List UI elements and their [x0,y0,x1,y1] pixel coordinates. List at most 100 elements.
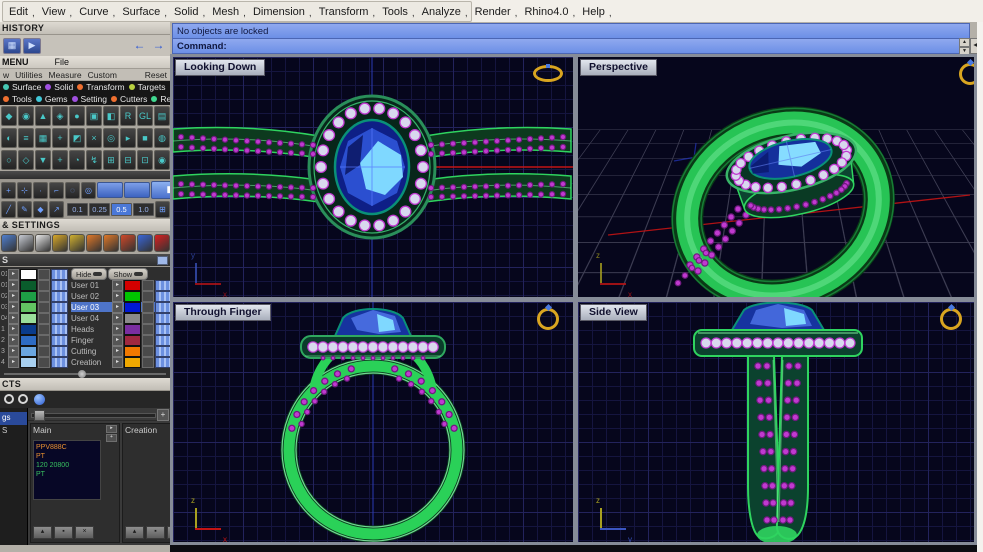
lock-icon[interactable] [142,302,154,313]
menu-item-solid[interactable]: Solid [174,6,198,18]
lock-icon[interactable] [38,357,50,368]
settings-tool-icon[interactable] [103,234,119,252]
color-swatch[interactable] [20,291,37,302]
lock-icon[interactable] [38,313,50,324]
tool-icon[interactable]: ◔ [69,150,85,170]
tool-icon[interactable]: ✎ [17,201,32,218]
layer-visibility-button[interactable] [51,346,68,357]
color-swatch[interactable] [20,313,37,324]
object-list-item[interactable]: gs [0,412,27,425]
expand-icon[interactable]: ▸ [112,346,123,357]
select-all-icon[interactable] [34,394,45,405]
layer-row[interactable]: 3▸ [1,346,68,356]
viewport-title-tab[interactable]: Side View [580,304,647,321]
tool-icon[interactable]: ○ [1,150,17,170]
layer-visibility-button[interactable] [51,302,68,313]
tool-icon[interactable]: ◧ [103,106,119,126]
ring-front-icon[interactable] [537,308,559,330]
tool-icon[interactable]: ▸ [120,128,136,148]
settings-tool-icon[interactable] [1,234,17,252]
snap-toggle-button[interactable] [97,182,123,198]
hide-button[interactable]: Hide [71,268,107,280]
tool-icon[interactable]: GL [137,106,153,126]
menu-item-surface[interactable]: Surface [122,6,160,18]
expand-icon[interactable]: ▸ [8,324,19,335]
command-prompt[interactable]: Command: [172,38,970,54]
delete-button[interactable]: × [75,526,94,539]
expand-icon[interactable]: ▸ [8,291,19,302]
category-tab-surface[interactable]: Surface [12,82,41,92]
expand-icon[interactable]: ▸ [112,357,123,368]
tool-icon[interactable]: ◎ [81,182,96,199]
column-expand-icon[interactable]: ▸ [106,425,117,433]
color-swatch[interactable] [124,313,141,324]
lock-icon[interactable] [142,313,154,324]
tool-icon[interactable]: ▤ [154,106,170,126]
layer-visibility-button[interactable] [51,291,68,302]
history-tool-icon[interactable]: ▦ [3,38,21,54]
panel-tab-custom[interactable]: Custom [88,70,117,80]
lock-icon[interactable] [142,357,154,368]
layer-row[interactable]: 1▸ [1,324,68,334]
settings-tool-icon[interactable] [18,234,34,252]
category-tab-tools[interactable]: Tools [12,94,32,104]
layer-row[interactable]: 02▸ [1,291,68,301]
category-tab-setting[interactable]: Setting [81,94,107,104]
tool-icon[interactable]: ⊞ [103,150,119,170]
color-swatch[interactable] [20,335,37,346]
layer-row-user03[interactable]: User 03▸ [71,302,172,312]
tool-icon[interactable]: × [86,128,102,148]
save-button[interactable]: ▪ [146,526,165,539]
color-swatch[interactable] [20,280,37,291]
lock-icon[interactable] [142,324,154,335]
tool-icon[interactable]: ◌ [65,182,80,199]
settings-tool-icon[interactable] [86,234,102,252]
menu-item-render[interactable]: Render [475,6,511,18]
layer-row-finger[interactable]: Finger▸ [71,335,172,345]
save-button[interactable]: ▪ [54,526,73,539]
color-swatch[interactable] [124,291,141,302]
open-folder-icon[interactable]: ▶ [23,38,41,54]
layers-scrollbar[interactable] [0,369,170,378]
layer-row-cutting[interactable]: Cutting▸ [71,346,172,356]
tool-icon[interactable]: ▦ [35,128,51,148]
tool-icon[interactable]: ◈ [52,106,68,126]
tool-icon[interactable]: ◍ [154,128,170,148]
layer-row[interactable]: 4▸ [1,357,68,367]
menu-item-edit[interactable]: Edit [9,6,28,18]
layer-row[interactable]: 01▸ [1,280,68,290]
lock-icon[interactable] [142,335,154,346]
expand-icon[interactable]: ▸ [8,269,19,280]
layer-visibility-button[interactable] [51,280,68,291]
slider-thumb[interactable] [34,410,45,421]
tool-icon[interactable]: ◎ [103,128,119,148]
panel-tab-measure[interactable]: Measure [49,70,82,80]
settings-tool-icon[interactable] [154,234,170,252]
ring-top-icon[interactable] [533,65,563,82]
tool-icon[interactable]: ◩ [69,128,85,148]
settings-tool-icon[interactable] [69,234,85,252]
expand-icon[interactable]: ▸ [112,313,123,324]
layer-visibility-button[interactable] [51,313,68,324]
snap-value-0.25[interactable]: 0.25 [89,203,110,216]
viewport-title-tab[interactable]: Through Finger [175,304,271,321]
expand-icon[interactable]: ▸ [112,335,123,346]
viewport-perspective[interactable]: Perspective z x [578,57,974,297]
lock-icon[interactable] [142,291,154,302]
viewport-title-tab[interactable]: Looking Down [175,59,265,76]
category-tab-solid[interactable]: Solid [54,82,73,92]
expand-icon[interactable]: ▸ [112,291,123,302]
up-button[interactable]: ▴ [125,526,144,539]
snap-value-0.1[interactable]: 0.1 [67,203,88,216]
lock-icon[interactable] [38,302,50,313]
expand-icon[interactable]: ▸ [8,302,19,313]
layer-row-user02[interactable]: User 02▸ [71,291,172,301]
tool-icon[interactable]: ⊟ [120,150,136,170]
tool-icon[interactable]: ◉ [18,106,34,126]
viewport-looking-down[interactable]: Looking Down y x [173,57,573,297]
history-back-icon[interactable]: ← [131,39,148,52]
tool-icon[interactable]: ⌐ [49,182,64,199]
tool-icon[interactable]: + [1,182,16,199]
history-forward-icon[interactable]: → [150,39,167,52]
tool-icon[interactable]: ⊹ [17,182,32,199]
